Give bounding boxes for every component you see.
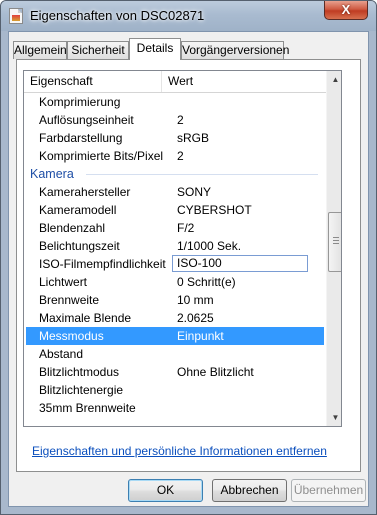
list-item[interactable]: Abstand [24,345,326,363]
list-item[interactable]: Maximale Blende 2.0625 [24,309,326,327]
grip-line [333,237,339,238]
ok-button[interactable]: OK [128,479,203,502]
group-divider [86,174,318,175]
property-name: Kamerahersteller [39,185,131,199]
property-value: sRGB [177,131,210,145]
title-bar[interactable]: Eigenschaften von DSC02871 X [1,1,376,31]
image-file-icon [9,8,23,24]
property-name: Maximale Blende [39,311,132,325]
property-name: Komprimierte Bits/Pixel [39,149,164,163]
property-value: Einpunkt [177,329,224,343]
list-item[interactable]: Farbdarstellung sRGB [24,129,326,147]
property-value: 0 Schritt(e) [177,275,236,289]
property-name: Belichtungszeit [39,239,120,253]
cancel-button[interactable]: Abbrechen [212,479,287,502]
list-item[interactable]: Blendenzahl F/2 [24,219,326,237]
scrollbar-thumb[interactable] [328,212,341,272]
group-header-kamera[interactable]: Kamera [24,165,326,183]
list-header: Eigenschaft Wert [24,71,326,93]
grip-line [333,243,339,244]
property-name: Farbdarstellung [39,131,123,145]
property-value: 1/1000 Sek. [177,239,242,253]
property-name: Blendenzahl [39,221,106,235]
list-item[interactable]: Auflösungseinheit 2 [24,111,326,129]
tab-sicherheit[interactable]: Sicherheit [67,41,129,59]
scroll-down-arrow-icon[interactable]: ▼ [327,409,341,426]
tab-allgemein[interactable]: Allgemein [13,41,67,59]
property-name: Auflösungseinheit [39,113,134,127]
property-value: 2.0625 [177,311,214,325]
property-name: ISO-Filmempfindlichkeit [39,257,166,271]
property-name: Blitzlichtenergie [39,383,124,397]
tab-details[interactable]: Details [129,38,181,60]
property-name: Lichtwert [39,275,88,289]
column-header-property[interactable]: Eigenschaft [24,71,162,92]
remove-properties-link[interactable]: Eigenschaften und persönliche Informatio… [32,444,327,458]
property-value: SONY [177,185,212,199]
close-button[interactable]: X [324,1,368,20]
vertical-scrollbar[interactable]: ▲ ▼ [326,71,341,426]
list-item[interactable]: Kamerahersteller SONY [24,183,326,201]
property-value: F/2 [177,221,195,235]
dialog-client-area: Allgemein Sicherheit Details Vorgängerve… [8,31,369,507]
list-item[interactable]: 35mm Brennweite [24,399,326,417]
property-value: 2 [177,113,184,127]
list-item[interactable]: Blitzlichtmodus Ohne Blitzlicht [24,363,326,381]
property-name: Blitzlichtmodus [39,365,120,379]
window-title: Eigenschaften von DSC02871 [30,8,205,23]
grip-line [333,240,339,241]
list-item[interactable]: Blitzlichtenergie [24,381,326,399]
property-list[interactable]: Eigenschaft Wert Komprimierung Auflösung… [23,70,342,427]
property-value: 2 [177,149,184,163]
edit-field-value: ISO-100 [177,256,222,270]
property-name: Messmodus [39,329,104,343]
property-value: 10 mm [177,293,214,307]
properties-dialog: Eigenschaften von DSC02871 X Allgemein S… [0,0,377,515]
list-item[interactable]: Kameramodell CYBERSHOT [24,201,326,219]
list-item[interactable]: Belichtungszeit 1/1000 Sek. [24,237,326,255]
column-header-value[interactable]: Wert [162,71,326,92]
property-value: CYBERSHOT [177,203,252,217]
list-item[interactable]: Lichtwert 0 Schritt(e) [24,273,326,291]
property-value: Ohne Blitzlicht [177,365,254,379]
tab-vorgaengerversionen[interactable]: Vorgängerversionen [181,41,289,59]
apply-button[interactable]: Übernehmen [291,479,366,502]
list-item[interactable]: Brennweite 10 mm [24,291,326,309]
property-name: Komprimierung [39,95,121,109]
property-name: Brennweite [39,293,100,307]
property-name: Kameramodell [39,203,117,217]
property-name: 35mm Brennweite [39,401,136,415]
scroll-up-arrow-icon[interactable]: ▲ [327,71,341,88]
group-label: Kamera [30,167,74,181]
list-item-selected[interactable]: Messmodus Einpunkt [26,327,324,345]
iso-value-edit-field[interactable]: ISO-100 [172,255,308,272]
list-item[interactable]: Komprimierung [24,93,326,111]
list-item[interactable]: ISO-Filmempfindlichkeit ISO-100 [24,255,326,273]
property-name: Abstand [39,347,84,361]
list-item[interactable]: Komprimierte Bits/Pixel 2 [24,147,326,165]
